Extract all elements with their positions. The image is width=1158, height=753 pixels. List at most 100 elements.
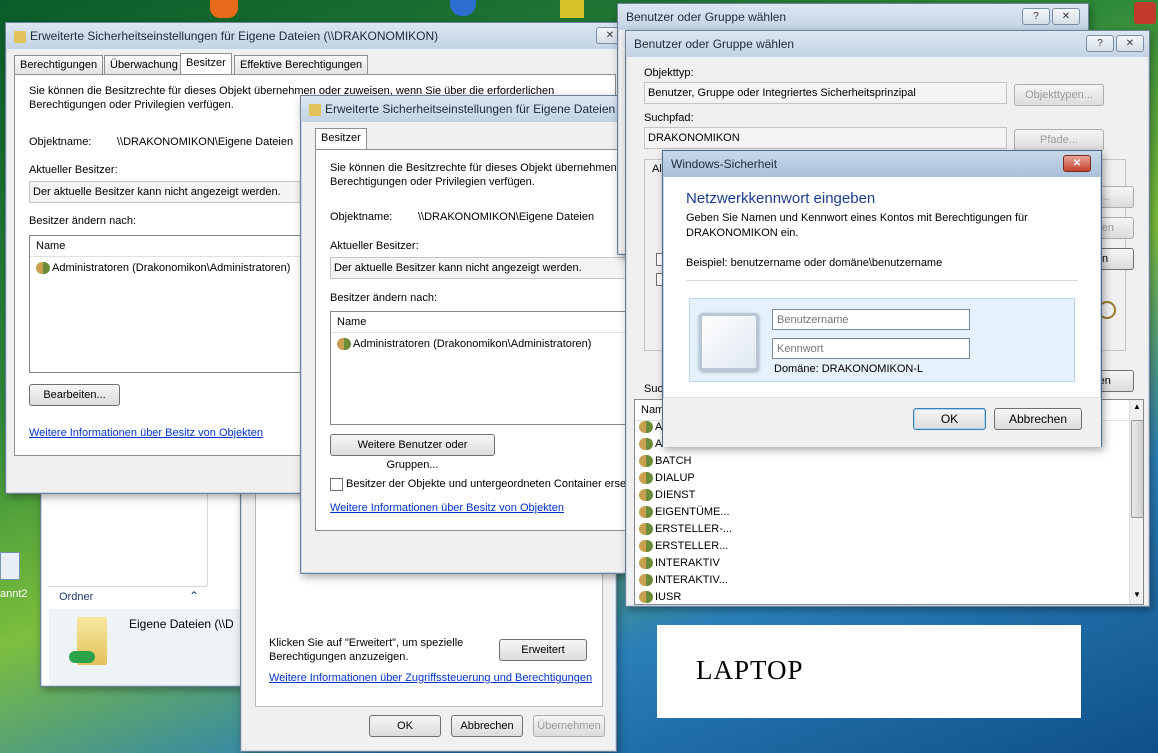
users-group-icon: [639, 472, 653, 485]
close-icon[interactable]: ✕: [1063, 155, 1091, 172]
paths-button[interactable]: Pfade...: [1014, 129, 1104, 151]
users-group-icon: [639, 506, 653, 519]
dialog-description-line2: DRAKONOMIKON ein.: [686, 227, 799, 239]
username-input[interactable]: [772, 309, 970, 330]
tab-effektive-berechtigungen[interactable]: Effektive Berechtigungen: [234, 55, 369, 74]
owner-description-line2: Berechtigungen oder Privilegien verfügen…: [330, 176, 535, 188]
more-users-groups-button[interactable]: Weitere Benutzer oder Gruppen...: [330, 434, 495, 471]
scroll-thumb[interactable]: [1131, 420, 1143, 518]
scroll-down-icon[interactable]: ▼: [1133, 590, 1141, 599]
users-group-icon: [639, 438, 653, 451]
cancel-button[interactable]: Abbrechen: [451, 715, 523, 737]
close-icon[interactable]: ✕: [1052, 8, 1080, 25]
access-control-info-link[interactable]: Weitere Informationen über Zugriffssteue…: [269, 672, 592, 684]
table-row[interactable]: DIENST: [639, 489, 695, 502]
table-row[interactable]: IUSR: [639, 591, 682, 604]
change-owner-label: Besitzer ändern nach:: [29, 215, 137, 227]
table-row[interactable]: DIALUP: [639, 472, 695, 485]
users-group-icon: [337, 338, 351, 351]
current-owner-label: Aktueller Besitzer:: [29, 164, 118, 176]
user-tile-icon: [699, 313, 759, 371]
object-type-label: Objekttyp:: [644, 67, 694, 79]
ownership-info-link[interactable]: Weitere Informationen über Besitz von Ob…: [330, 502, 564, 514]
owner-description-line2: Berechtigungen oder Privilegien verfügen…: [29, 99, 234, 111]
explorer-window: Ordner ⌃ Eigene Dateien (\\D: [40, 490, 252, 687]
tab-strip: Besitzer: [315, 128, 625, 150]
ok-button[interactable]: OK: [369, 715, 441, 737]
tab-ueberwachung[interactable]: Überwachung: [104, 55, 184, 74]
media-icon[interactable]: [210, 0, 238, 18]
object-types-button[interactable]: Objekttypen...: [1014, 84, 1104, 106]
table-row[interactable]: EIGENTÜME...: [639, 506, 730, 519]
cancel-button[interactable]: Abbrechen: [994, 408, 1082, 430]
share-icon: [69, 651, 95, 663]
replace-owner-checkbox[interactable]: [330, 478, 343, 491]
users-group-icon: [639, 540, 653, 553]
row-label: IUSR: [655, 591, 682, 603]
scroll-up-icon[interactable]: ▲: [1133, 402, 1141, 411]
tab-besitzer[interactable]: Besitzer: [180, 53, 232, 74]
results-scrollbar[interactable]: ▲ ▼: [1129, 400, 1143, 604]
table-row[interactable]: ERSTELLER-...: [639, 523, 733, 536]
replace-owner-label: Besitzer der Objekte und untergeordneten…: [346, 478, 641, 490]
folders-header[interactable]: Ordner ⌃: [49, 586, 207, 609]
tab-strip: Berechtigungen Überwachung Besitzer Effe…: [14, 53, 614, 75]
domain-label: Domäne: DRAKONOMIKON-L: [774, 363, 924, 375]
folders-header-label: Ordner: [59, 591, 94, 603]
ownership-info-link[interactable]: Weitere Informationen über Besitz von Ob…: [29, 427, 263, 439]
windows-security-dialog: Windows-Sicherheit ✕ Netzwerkkennwort ei…: [662, 150, 1102, 447]
search-path-label: Suchpfad:: [644, 112, 694, 124]
title-bar[interactable]: Benutzer oder Gruppe wählen: [618, 4, 1088, 30]
credential-tile: Domäne: DRAKONOMIKON-L: [689, 298, 1075, 382]
title-bar[interactable]: Erweiterte Sicherheitseinstellungen für …: [301, 96, 626, 122]
column-header-name[interactable]: Name: [30, 236, 302, 257]
row-label: INTERAKTIV...: [655, 574, 728, 586]
title-bar[interactable]: Benutzer oder Gruppe wählen: [626, 31, 1149, 57]
owner-list[interactable]: Name Administratoren (Drakonomikon\Admin…: [330, 311, 627, 425]
window-title: Erweiterte Sicherheitseinstellungen für …: [30, 29, 439, 43]
row-label: ERSTELLER-...: [655, 523, 733, 535]
close-icon[interactable]: ✕: [1116, 35, 1144, 52]
edit-button[interactable]: Bearbeiten...: [29, 384, 120, 406]
table-row[interactable]: INTERAKTIV...: [639, 574, 728, 587]
list-item-label: Administratoren (Drakonomikon\Administra…: [353, 338, 592, 350]
table-row[interactable]: BATCH: [639, 455, 691, 468]
table-row[interactable]: ERSTELLER...: [639, 540, 728, 553]
current-owner-field: Der aktuelle Besitzer kann nicht angezei…: [29, 181, 306, 203]
advanced-button[interactable]: Erweitert: [499, 639, 587, 661]
browser-icon[interactable]: [450, 0, 476, 16]
list-item[interactable]: Administratoren (Drakonomikon\Administra…: [36, 262, 291, 275]
title-bar[interactable]: Windows-Sicherheit: [663, 151, 1101, 177]
users-group-icon: [639, 523, 653, 536]
ok-button[interactable]: OK: [913, 408, 986, 430]
table-row[interactable]: INTERAKTIV: [639, 557, 720, 570]
chevron-up-icon[interactable]: ⌃: [189, 589, 199, 603]
desktop-taskbar-icons: [205, 0, 625, 20]
search-path-field: DRAKONOMIKON: [644, 127, 1007, 149]
list-item-label: Administratoren (Drakonomikon\Administra…: [52, 262, 291, 274]
column-header-name[interactable]: Name: [331, 312, 627, 333]
tab-besitzer[interactable]: Besitzer: [315, 128, 367, 149]
object-name-label: Objektname:: [330, 211, 393, 223]
users-group-icon: [639, 574, 653, 587]
desktop-file-icon[interactable]: annt2: [0, 552, 36, 612]
list-item[interactable]: Administratoren (Drakonomikon\Administra…: [337, 338, 592, 351]
row-label: INTERAKTIV: [655, 557, 720, 569]
explorer-details: Eigene Dateien (\\D: [49, 609, 249, 685]
current-owner-field: Der aktuelle Besitzer kann nicht angezei…: [330, 257, 630, 279]
title-bar[interactable]: Erweiterte Sicherheitseinstellungen für …: [6, 23, 621, 49]
app-icon[interactable]: [560, 0, 584, 18]
owner-description-line1: Sie können die Besitzrechte für dieses O…: [330, 162, 642, 174]
table-row[interactable]: A: [639, 421, 662, 434]
explorer-item-name: Eigene Dateien (\\D: [129, 617, 234, 631]
help-icon[interactable]: ?: [1022, 8, 1050, 25]
owner-list[interactable]: Name Administratoren (Drakonomikon\Admin…: [29, 235, 303, 373]
help-icon[interactable]: ?: [1086, 35, 1114, 52]
password-input[interactable]: [772, 338, 970, 359]
example-text: Beispiel: benutzername oder domäne\benut…: [686, 257, 943, 269]
apply-button: Übernehmen: [533, 715, 605, 737]
tab-berechtigungen[interactable]: Berechtigungen: [14, 55, 104, 74]
dialog-description-line1: Geben Sie Namen und Kennwort eines Konto…: [686, 212, 1028, 224]
corner-app-icon[interactable]: [1134, 2, 1156, 24]
explorer-nav-pane: [49, 491, 208, 586]
